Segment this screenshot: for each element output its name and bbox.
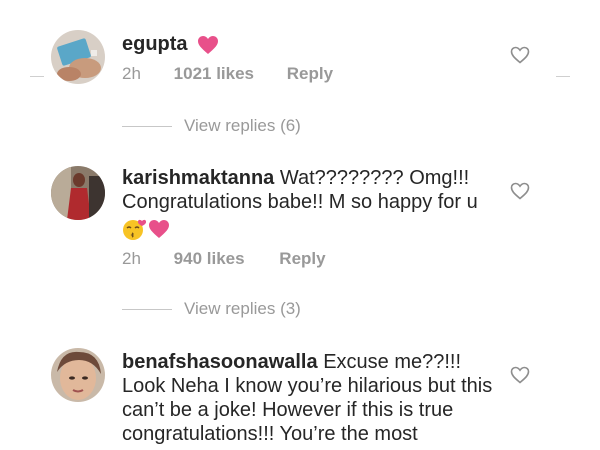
replies-divider <box>122 309 172 311</box>
username[interactable]: karishmaktanna <box>122 167 274 189</box>
comment-body: egupta <box>122 32 502 56</box>
avatar-image <box>51 348 105 402</box>
username[interactable]: benafshasoonawalla <box>122 351 318 373</box>
comment-meta: 2h 940 likes Reply <box>122 249 326 269</box>
reply-button[interactable]: Reply <box>287 64 333 84</box>
avatar[interactable] <box>51 348 105 402</box>
view-replies-link[interactable]: View replies (6) <box>122 116 301 136</box>
timestamp: 2h <box>122 249 141 268</box>
reply-button[interactable]: Reply <box>279 249 325 269</box>
like-heart-icon[interactable] <box>510 46 530 64</box>
likes-count[interactable]: 1021 likes <box>174 64 254 84</box>
username[interactable]: egupta <box>122 33 188 55</box>
right-edge-divider <box>556 76 570 77</box>
pink-heart-emoji <box>149 219 169 238</box>
like-heart-icon[interactable] <box>510 366 530 384</box>
avatar-image <box>51 166 105 220</box>
view-replies-link[interactable]: View replies (3) <box>122 299 301 319</box>
replies-divider <box>122 126 172 128</box>
pink-heart-emoji <box>198 35 219 54</box>
avatar[interactable] <box>51 30 105 84</box>
comment-body: benafshasoonawalla Excuse me??!!! Look N… <box>122 350 502 446</box>
timestamp: 2h <box>122 64 141 83</box>
like-heart-icon[interactable] <box>510 182 530 200</box>
view-replies-label: View replies (6) <box>184 116 301 135</box>
avatar-image <box>51 30 105 84</box>
comment-body: karishmaktanna Wat???????? Omg!!! Congra… <box>122 166 502 240</box>
kissing-face-emoji <box>123 219 147 240</box>
emoji-row <box>122 216 502 240</box>
left-edge-divider <box>30 76 44 77</box>
avatar[interactable] <box>51 166 105 220</box>
likes-count[interactable]: 940 likes <box>174 249 245 269</box>
view-replies-label: View replies (3) <box>184 299 301 318</box>
comment-meta: 2h 1021 likes Reply <box>122 64 333 84</box>
